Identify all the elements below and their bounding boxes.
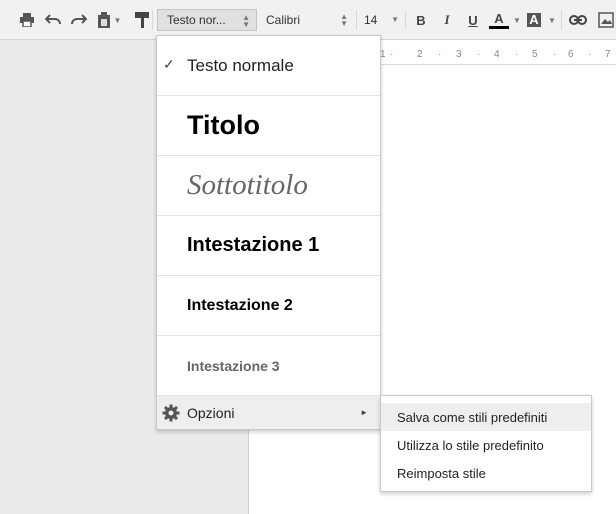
ruler-dot: · [515, 49, 519, 60]
select-arrows-icon: ▲ ▼ [340, 12, 348, 28]
ruler-dot: · [553, 49, 557, 60]
text-color-button[interactable]: A [487, 9, 511, 31]
submenu-arrow-icon: ► [360, 408, 368, 417]
redo-icon[interactable] [69, 9, 89, 31]
ruler-tick: 7 [605, 49, 611, 60]
font-select-value: Calibri [266, 13, 301, 27]
chevron-down-icon[interactable]: ▼ [548, 16, 556, 25]
submenu-item-reimposta-stile[interactable]: Reimposta stile [381, 459, 591, 487]
highlight-color-button[interactable]: A [525, 9, 543, 31]
link-icon[interactable] [567, 9, 589, 31]
chevron-down-icon[interactable]: ▼ [513, 16, 521, 25]
font-select[interactable]: Calibri ▲ ▼ [262, 9, 354, 31]
menu-item-label: Sottotitolo [187, 169, 308, 201]
ruler: 1 · 2 · 3 · 4 · 5 · 6 · 7 [380, 46, 616, 66]
paragraph-style-menu: ✓ Testo normale Titolo Sottotitolo Intes… [156, 35, 381, 430]
submenu-item-label: Reimposta stile [397, 465, 486, 481]
underline-button[interactable]: U [464, 9, 482, 31]
menu-item-label: Testo normale [187, 55, 294, 75]
highlight-label: A [527, 12, 541, 27]
paint-format-icon[interactable]: ▼ [95, 9, 123, 31]
print-icon[interactable] [17, 9, 37, 31]
chevron-down-icon: ▼ [391, 15, 399, 24]
italic-button[interactable]: I [438, 9, 456, 31]
menu-item-titolo[interactable]: Titolo [157, 96, 380, 156]
select-arrows-icon: ▲ ▼ [242, 13, 250, 29]
menu-item-label: Opzioni [187, 404, 235, 421]
menu-item-sottotitolo[interactable]: Sottotitolo [157, 156, 380, 216]
paint-roller-icon[interactable] [133, 9, 151, 31]
gear-icon [162, 404, 180, 427]
check-icon: ✓ [163, 56, 175, 72]
text-color-swatch [489, 25, 509, 29]
menu-item-label: Titolo [187, 110, 260, 140]
ruler-tick: 2 [417, 49, 423, 60]
submenu-item-utilizza-stile[interactable]: Utilizza lo stile predefinito [381, 431, 591, 459]
style-select-value: Testo nor... [167, 13, 226, 27]
ruler-tick: 4 [494, 49, 500, 60]
ruler-dot: · [438, 49, 442, 60]
menu-item-opzioni[interactable]: Opzioni ► [157, 396, 380, 429]
menu-item-intestazione-2[interactable]: Intestazione 2 [157, 276, 380, 336]
undo-icon[interactable] [43, 9, 63, 31]
toolbar: ▼ Testo nor... ▲ ▼ Calibri ▲ ▼ 14 ▼ B I U … [0, 0, 616, 40]
menu-item-intestazione-1[interactable]: Intestazione 1 [157, 216, 380, 276]
menu-item-intestazione-3[interactable]: Intestazione 3 [157, 336, 380, 396]
submenu-item-label: Utilizza lo stile predefinito [397, 437, 544, 453]
options-submenu: Salva come stili predefiniti Utilizza lo… [380, 395, 592, 492]
text-color-label: A [494, 10, 504, 26]
submenu-item-label: Salva come stili predefiniti [397, 409, 548, 425]
font-size-value: 14 [364, 13, 378, 27]
ruler-dot: · [588, 49, 592, 60]
menu-item-testo-normale[interactable]: ✓ Testo normale [157, 36, 380, 96]
ruler-dot: · [477, 49, 481, 60]
ruler-tick: 6 [568, 49, 574, 60]
menu-item-label: Intestazione 3 [187, 357, 280, 374]
ruler-tick: 3 [456, 49, 462, 60]
bold-button[interactable]: B [412, 9, 430, 31]
font-size-select[interactable]: 14 ▼ [360, 9, 402, 31]
ruler-dot: · [390, 49, 394, 60]
menu-item-label: Intestazione 1 [187, 234, 320, 256]
style-select[interactable]: Testo nor... ▲ ▼ [157, 9, 257, 31]
ruler-tick: 5 [532, 49, 538, 60]
image-icon[interactable] [596, 9, 616, 31]
submenu-item-salva-stili[interactable]: Salva come stili predefiniti [381, 403, 591, 431]
menu-item-label: Intestazione 2 [187, 296, 293, 314]
